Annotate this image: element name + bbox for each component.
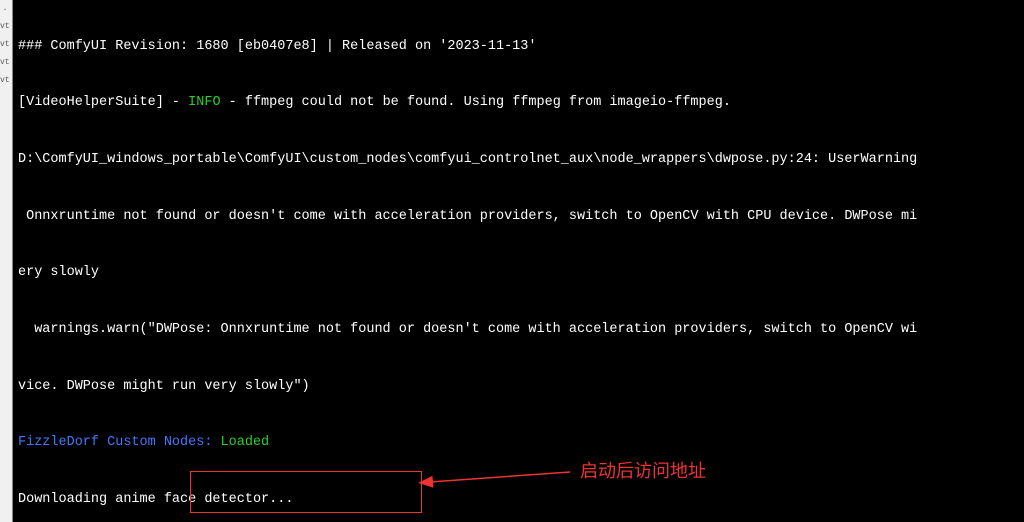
console-line: Downloading anime face detector... [18, 491, 1020, 510]
console-line: D:\ComfyUI_windows_portable\ComfyUI\cust… [18, 151, 1020, 170]
console-line: vice. DWPose might run very slowly") [18, 378, 1020, 397]
console-line: ery slowly [18, 264, 1020, 283]
gutter-item: vty [0, 18, 10, 36]
console-line: Onnxruntime not found or doesn't come wi… [18, 208, 1020, 227]
gutter-item: . [0, 0, 10, 18]
log-prefix: [VideoHelperSuite] - [18, 95, 188, 110]
console-line: FizzleDorf Custom Nodes: Loaded [18, 434, 1020, 453]
terminal-output[interactable]: ### ComfyUI Revision: 1680 [eb0407e8] | … [14, 0, 1024, 522]
left-gutter: . vty vty vty vty [0, 0, 13, 522]
console-line: [VideoHelperSuite] - INFO - ffmpeg could… [18, 94, 1020, 113]
status-loaded: Loaded [212, 435, 269, 450]
module-name: FizzleDorf Custom Nodes: [18, 435, 212, 450]
console-line: ### ComfyUI Revision: 1680 [eb0407e8] | … [18, 38, 1020, 57]
log-message: - ffmpeg could not be found. Using ffmpe… [221, 95, 731, 110]
gutter-item: vty [0, 72, 10, 90]
console-line: warnings.warn("DWPose: Onnxruntime not f… [18, 321, 1020, 340]
gutter-item: vty [0, 36, 10, 54]
gutter-item: vty [0, 54, 10, 72]
log-level-info: INFO [188, 95, 220, 110]
